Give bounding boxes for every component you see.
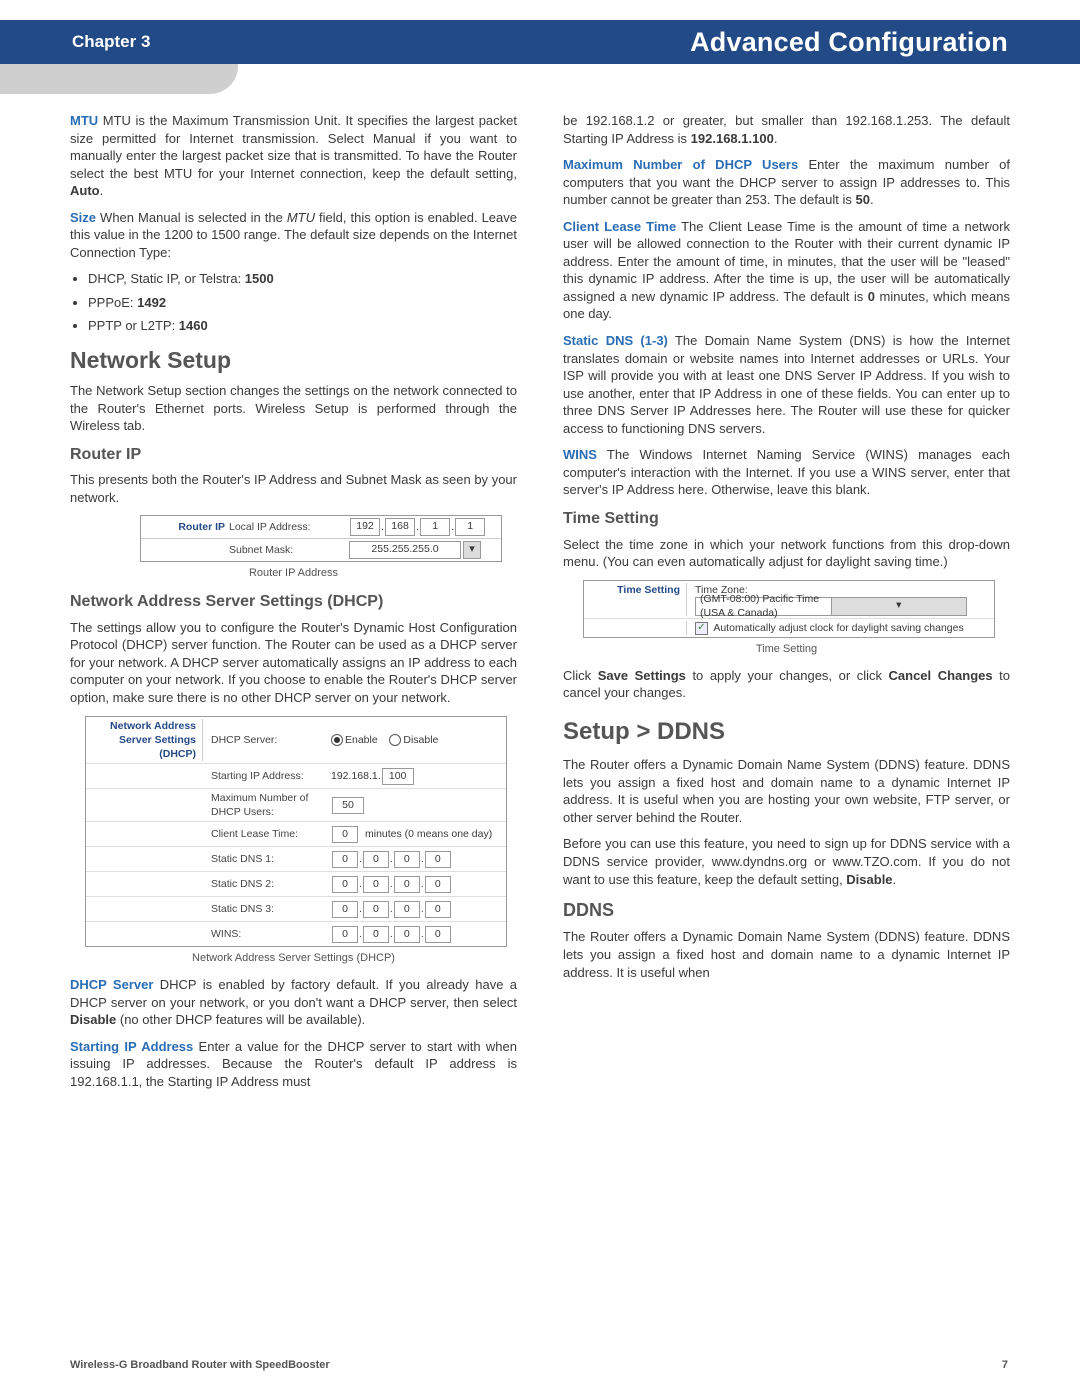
- fig-label-dns3: Static DNS 3:: [203, 902, 331, 916]
- term-wins: WINS: [563, 447, 597, 462]
- dhcp-paragraph: The settings allow you to configure the …: [70, 619, 517, 707]
- page-title: Advanced Configuration: [690, 27, 1008, 58]
- dns3-1[interactable]: 0: [332, 901, 358, 918]
- wins-2[interactable]: 0: [363, 926, 389, 943]
- input-max-users[interactable]: 50: [332, 797, 364, 814]
- dns3-4[interactable]: 0: [425, 901, 451, 918]
- dns2-2[interactable]: 0: [363, 876, 389, 893]
- caption-dhcp: Network Address Server Settings (DHCP): [70, 951, 517, 966]
- subnet-field[interactable]: 255.255.255.0: [349, 541, 461, 559]
- wins-4[interactable]: 0: [425, 926, 451, 943]
- heading-nas-dhcp: Network Address Server Settings (DHCP): [70, 591, 517, 613]
- term-size: Size: [70, 210, 96, 225]
- router-ip-paragraph: This presents both the Router's IP Addre…: [70, 471, 517, 506]
- term-startip: Starting IP Address: [70, 1039, 193, 1054]
- size-list: DHCP, Static IP, or Telstra: 1500 PPPoE:…: [70, 270, 517, 335]
- wins-1[interactable]: 0: [332, 926, 358, 943]
- heading-router-ip: Router IP: [70, 444, 517, 466]
- term-clt: Client Lease Time: [563, 219, 676, 234]
- right-column: be 192.168.1.2 or greater, but smaller t…: [563, 112, 1010, 1100]
- fig-side-routerip: Router IP: [145, 520, 229, 534]
- fig-side-nas: Network AddressServer Settings (DHCP): [90, 719, 203, 762]
- ip-octet-4[interactable]: 1: [455, 518, 485, 536]
- fig-label-maxusers: Maximum Number of DHCP Users:: [203, 791, 331, 819]
- header-curve: [0, 64, 238, 94]
- dns3-2[interactable]: 0: [363, 901, 389, 918]
- ip-octet-1[interactable]: 192: [350, 518, 380, 536]
- radio-disable[interactable]: [389, 734, 401, 746]
- fig-label-lease: Client Lease Time:: [203, 827, 331, 841]
- figure-router-ip: Router IP Local IP Address: 192. 168. 1.…: [140, 515, 502, 562]
- term-dhcpserver: DHCP Server: [70, 977, 153, 992]
- fig-label-dhcpserver: DHCP Server:: [203, 733, 331, 747]
- ip-octet-3[interactable]: 1: [420, 518, 450, 536]
- ddns-p2: Before you can use this feature, you nee…: [563, 835, 1010, 888]
- dns2-3[interactable]: 0: [394, 876, 420, 893]
- heading-network-setup: Network Setup: [70, 345, 517, 376]
- fig-label-localip: Local IP Address:: [229, 520, 349, 534]
- clt-paragraph: Client Lease Time The Client Lease Time …: [563, 218, 1010, 323]
- heading-setup-ddns: Setup > DDNS: [563, 716, 1010, 748]
- size-paragraph: Size When Manual is selected in the MTU …: [70, 209, 517, 262]
- dns1-1[interactable]: 0: [332, 851, 358, 868]
- page-header: Chapter 3 Advanced Configuration: [0, 20, 1080, 64]
- wins-3[interactable]: 0: [394, 926, 420, 943]
- term-staticdns: Static DNS (1-3): [563, 333, 668, 348]
- startip-continued: be 192.168.1.2 or greater, but smaller t…: [563, 112, 1010, 147]
- ip-octet-2[interactable]: 168: [385, 518, 415, 536]
- heading-timesetting: Time Setting: [563, 508, 1010, 530]
- page-number: 7: [1002, 1359, 1008, 1371]
- startip-paragraph: Starting IP Address Enter a value for th…: [70, 1038, 517, 1091]
- chapter-label: Chapter 3: [72, 32, 150, 52]
- footer-product: Wireless-G Broadband Router with SpeedBo…: [70, 1359, 330, 1371]
- page-footer: Wireless-G Broadband Router with SpeedBo…: [70, 1359, 1008, 1371]
- mtu-paragraph: MTU MTU is the Maximum Transmission Unit…: [70, 112, 517, 200]
- left-column: MTU MTU is the Maximum Transmission Unit…: [70, 112, 517, 1100]
- fig-label-dns2: Static DNS 2:: [203, 877, 331, 891]
- input-lease[interactable]: 0: [332, 826, 358, 843]
- fig-label-startip: Starting IP Address:: [203, 769, 331, 783]
- dns1-2[interactable]: 0: [363, 851, 389, 868]
- ts-side: Time Setting: [588, 583, 687, 616]
- timezone-value: (GMT-08:00) Pacific Time (USA & Canada): [696, 592, 831, 620]
- fig-label-dns1: Static DNS 1:: [203, 852, 331, 866]
- wins-paragraph: WINS The Windows Internet Naming Service…: [563, 446, 1010, 499]
- chevron-down-icon[interactable]: ▾: [831, 598, 967, 615]
- dst-label: Automatically adjust clock for daylight …: [713, 622, 963, 634]
- ddns-p1: The Router offers a Dynamic Domain Name …: [563, 756, 1010, 826]
- subnet-dropdown-arrow[interactable]: ▾: [463, 541, 481, 559]
- input-start-ip[interactable]: 100: [382, 768, 414, 785]
- sdns-paragraph: Static DNS (1-3) The Domain Name System …: [563, 332, 1010, 437]
- dst-checkbox[interactable]: ✓: [695, 622, 708, 635]
- figure-dhcp: Network AddressServer Settings (DHCP) DH…: [85, 716, 507, 948]
- timesetting-paragraph: Select the time zone in which your netwo…: [563, 536, 1010, 571]
- maxusers-paragraph: Maximum Number of DHCP Users Enter the m…: [563, 156, 1010, 209]
- caption-router-ip: Router IP Address: [70, 566, 517, 581]
- term-mtu: MTU: [70, 113, 98, 128]
- fig-label-wins: WINS:: [203, 927, 331, 941]
- save-paragraph: Click Save Settings to apply your change…: [563, 667, 1010, 702]
- caption-timesetting: Time Setting: [563, 642, 1010, 657]
- dns2-4[interactable]: 0: [425, 876, 451, 893]
- network-setup-paragraph: The Network Setup section changes the se…: [70, 382, 517, 435]
- dns2-1[interactable]: 0: [332, 876, 358, 893]
- dns1-4[interactable]: 0: [425, 851, 451, 868]
- radio-enable[interactable]: [331, 734, 343, 746]
- ddns-p3: The Router offers a Dynamic Domain Name …: [563, 928, 1010, 981]
- fig-label-subnet: Subnet Mask:: [229, 543, 349, 557]
- heading-ddns: DDNS: [563, 898, 1010, 922]
- dns1-3[interactable]: 0: [394, 851, 420, 868]
- dhcpserver-paragraph: DHCP Server DHCP is enabled by factory d…: [70, 976, 517, 1029]
- term-maxusers: Maximum Number of DHCP Users: [563, 157, 798, 172]
- figure-timesetting: Time Setting Time Zone: (GMT-08:00) Paci…: [583, 580, 995, 638]
- dns3-3[interactable]: 0: [394, 901, 420, 918]
- timezone-dropdown[interactable]: (GMT-08:00) Pacific Time (USA & Canada) …: [695, 597, 967, 616]
